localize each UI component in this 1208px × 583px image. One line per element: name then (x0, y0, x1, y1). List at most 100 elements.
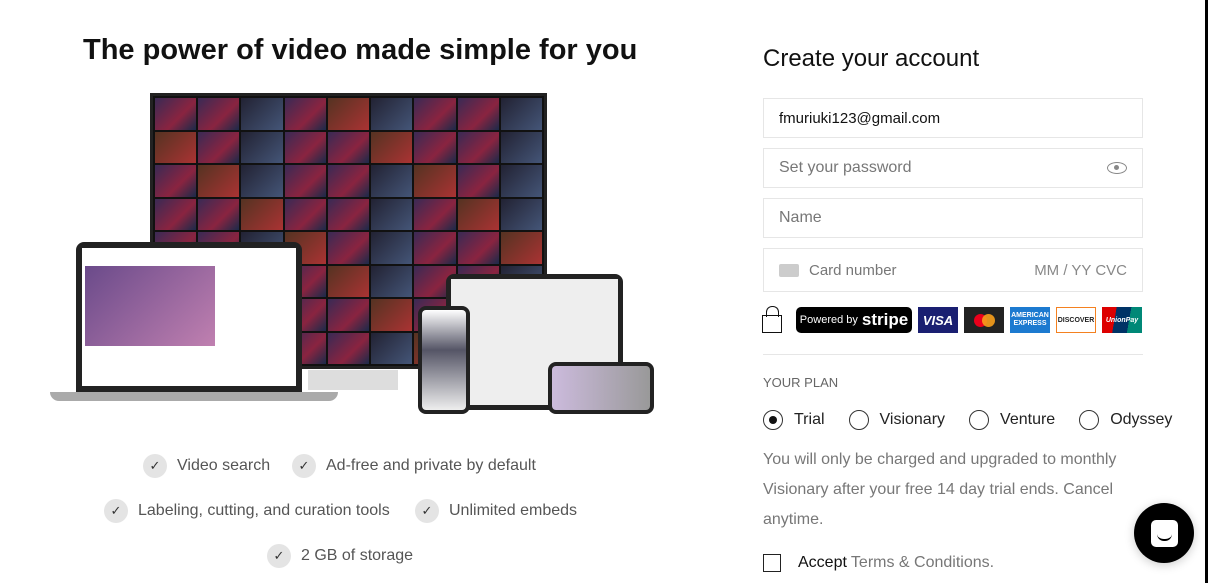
radio[interactable] (1079, 410, 1100, 430)
feature-label: Unlimited embeds (449, 502, 578, 519)
feature-item: ✓ Unlimited embeds (415, 499, 577, 523)
phone (418, 306, 470, 414)
card-field[interactable]: Card number MM / YY CVC (763, 248, 1143, 292)
video-thumbnail (155, 131, 197, 163)
plan-label: Venture (1000, 411, 1056, 428)
video-thumbnail (500, 165, 542, 197)
feature-label: Ad-free and private by default (326, 457, 536, 474)
email-value: fmuriuki123@gmail.com (779, 109, 941, 127)
password-placeholder: Set your password (779, 159, 912, 176)
feature-label: Labeling, cutting, and curation tools (138, 502, 390, 519)
check-icon: ✓ (292, 454, 316, 478)
video-thumbnail (327, 198, 370, 230)
visa-logo: VISA (918, 307, 958, 333)
video-thumbnail (457, 198, 499, 230)
video-thumbnail (371, 165, 413, 197)
video-thumbnail (327, 299, 370, 331)
video-thumbnail (457, 98, 499, 130)
video-thumbnail (327, 332, 370, 364)
radio[interactable] (848, 410, 869, 430)
video-thumbnail (414, 198, 456, 230)
video-thumbnail (284, 198, 326, 230)
plan-heading: YOUR PLAN (763, 375, 839, 390)
video-thumbnail (500, 232, 542, 264)
feature-item: ✓ Video search (143, 454, 270, 478)
video-thumbnail (284, 98, 326, 130)
video-thumbnail (155, 165, 197, 197)
unionpay-logo: UnionPay (1102, 307, 1142, 333)
mastercard-logo (964, 307, 1004, 333)
plan-option-odyssey[interactable]: Odyssey (1079, 410, 1172, 430)
video-thumbnail (371, 332, 413, 364)
video-thumbnail (198, 131, 240, 163)
video-thumbnail (241, 165, 283, 197)
plan-option-venture[interactable]: Venture (969, 410, 1055, 430)
plan-note: You will only be charged and upgraded to… (763, 451, 1117, 528)
laptop (76, 242, 302, 392)
check-icon: ✓ (415, 499, 439, 523)
laptop-base (50, 392, 338, 401)
radio[interactable] (969, 410, 990, 430)
card-placeholder: Card number (809, 261, 897, 279)
expiry-cvc-placeholder: MM / YY CVC (1034, 261, 1127, 279)
video-thumbnail (371, 265, 413, 297)
video-thumbnail (414, 98, 456, 130)
email-field[interactable]: fmuriuki123@gmail.com (763, 98, 1143, 138)
plan-label: Odyssey (1110, 411, 1173, 428)
video-thumbnail (457, 232, 499, 264)
video-thumbnail (241, 98, 283, 130)
monitor-stand (308, 370, 398, 390)
chat-launcher-button[interactable] (1134, 503, 1194, 563)
video-thumbnail (327, 232, 370, 264)
video-thumbnail (371, 131, 413, 163)
powered-by-text: Powered by (799, 314, 858, 326)
video-thumbnail (327, 265, 370, 297)
feature-item: ✓ Labeling, cutting, and curation tools (104, 499, 390, 523)
video-thumbnail (371, 299, 413, 331)
video-thumbnail (457, 165, 499, 197)
discover-logo: DISCOVER (1056, 307, 1096, 333)
phone-landscape (548, 362, 654, 414)
divider (763, 354, 1143, 355)
feature-item: ✓ 2 GB of storage (267, 544, 413, 568)
feature-label: 2 GB of storage (301, 547, 414, 564)
video-thumbnail (327, 131, 370, 163)
feature-item: ✓ Ad-free and private by default (292, 454, 536, 478)
plan-option-trial[interactable]: Trial (763, 410, 825, 430)
eye-icon[interactable] (1107, 162, 1127, 174)
video-thumbnail (327, 165, 370, 197)
radio-selected[interactable] (763, 410, 783, 430)
headline: The power of video made simple for you (83, 34, 638, 66)
name-field[interactable]: Name (763, 198, 1143, 238)
powered-by-stripe-badge: Powered by stripe (796, 307, 912, 333)
plan-radio-group: Trial Visionary Venture Odyssey (763, 410, 1196, 430)
accept-terms: Accept Terms & Conditions. (763, 554, 994, 572)
video-thumbnail (198, 165, 240, 197)
payment-badges: Powered by stripe VISA AMERICAN EXPRESS D… (762, 306, 1142, 333)
video-thumbnail (500, 98, 542, 130)
plan-label: Visionary (879, 411, 946, 428)
check-icon: ✓ (267, 544, 291, 568)
accept-checkbox[interactable] (763, 554, 781, 572)
check-icon: ✓ (104, 499, 128, 523)
video-thumbnail (327, 98, 370, 130)
video-thumbnail (198, 98, 240, 130)
video-thumbnail (414, 165, 456, 197)
terms-link[interactable]: Terms & Conditions. (851, 554, 994, 572)
video-thumbnail (371, 98, 413, 130)
plan-option-visionary[interactable]: Visionary (848, 410, 946, 430)
devices-mockup-image (48, 92, 658, 417)
video-thumbnail (414, 232, 456, 264)
lock-icon (762, 306, 782, 333)
feature-label: Video search (177, 457, 271, 474)
video-thumbnail (241, 198, 283, 230)
password-field[interactable]: Set your password (763, 148, 1143, 188)
form-title: Create your account (763, 45, 980, 72)
video-thumbnail (414, 131, 456, 163)
video-thumbnail (241, 131, 283, 163)
amex-logo: AMERICAN EXPRESS (1010, 307, 1050, 333)
video-thumbnail (500, 131, 542, 163)
chat-icon (1150, 519, 1178, 547)
credit-card-icon (779, 263, 799, 277)
video-thumbnail (155, 198, 197, 230)
